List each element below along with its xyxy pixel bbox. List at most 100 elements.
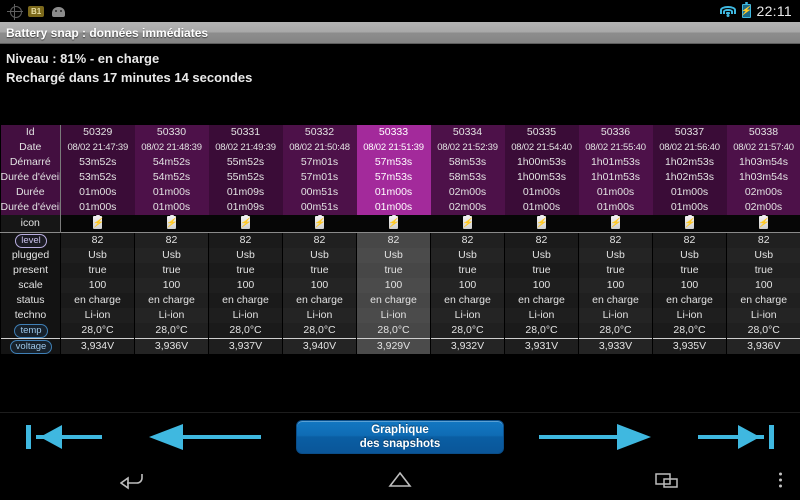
table-cell[interactable]: 82	[134, 231, 209, 248]
table-cell[interactable]: 3,935V	[652, 337, 727, 354]
battery-charging-icon[interactable]: ⚡	[578, 215, 653, 232]
table-cell[interactable]: en charge	[208, 292, 283, 308]
table-cell[interactable]: 28,0°C	[504, 322, 579, 338]
table-row[interactable]: scale 100 100 100 100 100 100 100 100 100 100	[0, 277, 800, 293]
table-cell[interactable]: 50334	[430, 125, 505, 140]
table-cell[interactable]: 100	[134, 277, 209, 293]
table-cell[interactable]: 08/02 21:48:39	[134, 140, 209, 155]
table-cell[interactable]: Usb	[60, 247, 135, 263]
table-cell[interactable]: 01m00s	[134, 185, 209, 200]
table-cell[interactable]: 28,0°C	[134, 322, 209, 338]
table-cell[interactable]: 01m09s	[208, 185, 283, 200]
table-cell[interactable]: 100	[578, 277, 653, 293]
table-row[interactable]: Date 08/02 21:47:39 08/02 21:48:39 08/02 21…	[0, 140, 800, 155]
table-cell[interactable]: 50330	[134, 125, 209, 140]
table-cell[interactable]: Usb	[430, 247, 505, 263]
table-cell[interactable]: 82	[726, 231, 800, 248]
table-cell[interactable]: 28,0°C	[60, 322, 135, 338]
table-cell[interactable]: en charge	[652, 292, 727, 308]
table-cell[interactable]: en charge	[726, 292, 800, 308]
battery-charging-icon[interactable]: ⚡	[652, 215, 727, 232]
table-cell[interactable]: Li-ion	[578, 307, 653, 323]
snapshot-table-body[interactable]: Id 50329 50330 50331 50332 50333 50334 50335 503…	[0, 125, 800, 354]
battery-charging-icon[interactable]: ⚡	[282, 215, 357, 232]
table-cell[interactable]: 1h02m53s	[652, 155, 727, 170]
table-cell[interactable]: 57m01s	[282, 155, 357, 170]
nav-back-button[interactable]	[0, 470, 267, 490]
table-cell[interactable]: en charge	[60, 292, 135, 308]
table-cell[interactable]: 50332	[282, 125, 357, 140]
table-cell[interactable]: Li-ion	[430, 307, 505, 323]
table-cell[interactable]: true	[652, 262, 727, 278]
table-row[interactable]: Démarré 53m52s 54m52s 55m52s 57m01s 57m53s 58m…	[0, 155, 800, 170]
table-cell[interactable]: 1h02m53s	[652, 170, 727, 185]
table-cell[interactable]: 100	[504, 277, 579, 293]
table-cell[interactable]: 82	[208, 231, 283, 248]
table-cell[interactable]: en charge	[356, 292, 431, 308]
table-cell[interactable]: 54m52s	[134, 170, 209, 185]
table-cell[interactable]: 1h03m54s	[726, 170, 800, 185]
table-cell[interactable]: 53m52s	[60, 170, 135, 185]
table-cell[interactable]: Usb	[578, 247, 653, 263]
table-row[interactable]: Durée d'éveil 53m52s 54m52s 55m52s 57m01s 57m…	[0, 170, 800, 185]
table-cell[interactable]: 08/02 21:57:40	[726, 140, 800, 155]
table-cell[interactable]: true	[134, 262, 209, 278]
table-cell[interactable]: 01m00s	[60, 185, 135, 200]
table-row[interactable]: icon ⚡ ⚡ ⚡ ⚡ ⚡ ⚡ ⚡ ⚡ ⚡ ⚡	[0, 215, 800, 232]
table-cell[interactable]: 50335	[504, 125, 579, 140]
table-cell[interactable]: 00m51s	[282, 200, 357, 215]
table-cell[interactable]: Li-ion	[726, 307, 800, 323]
table-cell[interactable]: 82	[430, 231, 505, 248]
table-cell[interactable]: 28,0°C	[726, 322, 800, 338]
battery-charging-icon[interactable]: ⚡	[430, 215, 505, 232]
table-row[interactable]: Durée 01m00s 01m00s 01m09s 00m51s 01m00s 02m00…	[0, 185, 800, 200]
table-cell[interactable]: 02m00s	[726, 200, 800, 215]
table-cell[interactable]: 3,933V	[578, 337, 653, 354]
status-bar[interactable]: B1 ⚡ 22:11	[0, 0, 800, 22]
table-cell[interactable]: 08/02 21:54:40	[504, 140, 579, 155]
table-cell[interactable]: 01m00s	[60, 200, 135, 215]
table-cell[interactable]: 100	[356, 277, 431, 293]
battery-charging-icon[interactable]: ⚡	[60, 215, 135, 232]
table-cell[interactable]: 82	[282, 231, 357, 248]
table-cell[interactable]: 28,0°C	[356, 322, 431, 338]
table-cell[interactable]: true	[726, 262, 800, 278]
table-cell[interactable]: 08/02 21:52:39	[430, 140, 505, 155]
table-cell[interactable]: Usb	[282, 247, 357, 263]
table-row[interactable]: present true true true true true true true true t…	[0, 262, 800, 278]
table-cell[interactable]: Usb	[134, 247, 209, 263]
table-cell[interactable]: 28,0°C	[430, 322, 505, 338]
table-cell[interactable]: 02m00s	[430, 200, 505, 215]
table-cell[interactable]: 54m52s	[134, 155, 209, 170]
table-cell[interactable]: 01m00s	[356, 185, 431, 200]
table-cell[interactable]: 100	[282, 277, 357, 293]
table-cell[interactable]: 100	[652, 277, 727, 293]
table-cell[interactable]: 57m53s	[356, 170, 431, 185]
table-cell[interactable]: 50329	[60, 125, 135, 140]
table-cell[interactable]: 08/02 21:47:39	[60, 140, 135, 155]
table-cell[interactable]: 08/02 21:56:40	[652, 140, 727, 155]
table-cell[interactable]: Usb	[504, 247, 579, 263]
table-cell[interactable]: 82	[356, 231, 431, 248]
table-cell[interactable]: true	[578, 262, 653, 278]
table-cell[interactable]: Li-ion	[208, 307, 283, 323]
table-row[interactable]: Durée d'éveil 01m00s 01m00s 01m09s 00m51s 01m…	[0, 200, 800, 215]
table-cell[interactable]: 50331	[208, 125, 283, 140]
table-cell[interactable]: 57m53s	[356, 155, 431, 170]
table-cell[interactable]: 1h00m53s	[504, 170, 579, 185]
table-cell[interactable]: 57m01s	[282, 170, 357, 185]
table-cell[interactable]: 82	[578, 231, 653, 248]
table-cell[interactable]: 100	[60, 277, 135, 293]
last-page-button[interactable]	[694, 422, 786, 452]
table-cell[interactable]: en charge	[504, 292, 579, 308]
table-cell[interactable]: 01m00s	[652, 200, 727, 215]
table-cell[interactable]: 02m00s	[430, 185, 505, 200]
snapshot-table-wrapper[interactable]: Id 50329 50330 50331 50332 50333 50334 50335 503…	[0, 125, 800, 354]
table-row[interactable]: status en charge en charge en charge en char…	[0, 292, 800, 308]
table-cell[interactable]: 55m52s	[208, 170, 283, 185]
table-cell[interactable]: 1h03m54s	[726, 155, 800, 170]
table-cell[interactable]: 00m51s	[282, 185, 357, 200]
table-cell[interactable]: 3,934V	[60, 337, 135, 354]
table-cell[interactable]: true	[208, 262, 283, 278]
status-bar-system[interactable]: ⚡ 22:11	[719, 0, 793, 22]
